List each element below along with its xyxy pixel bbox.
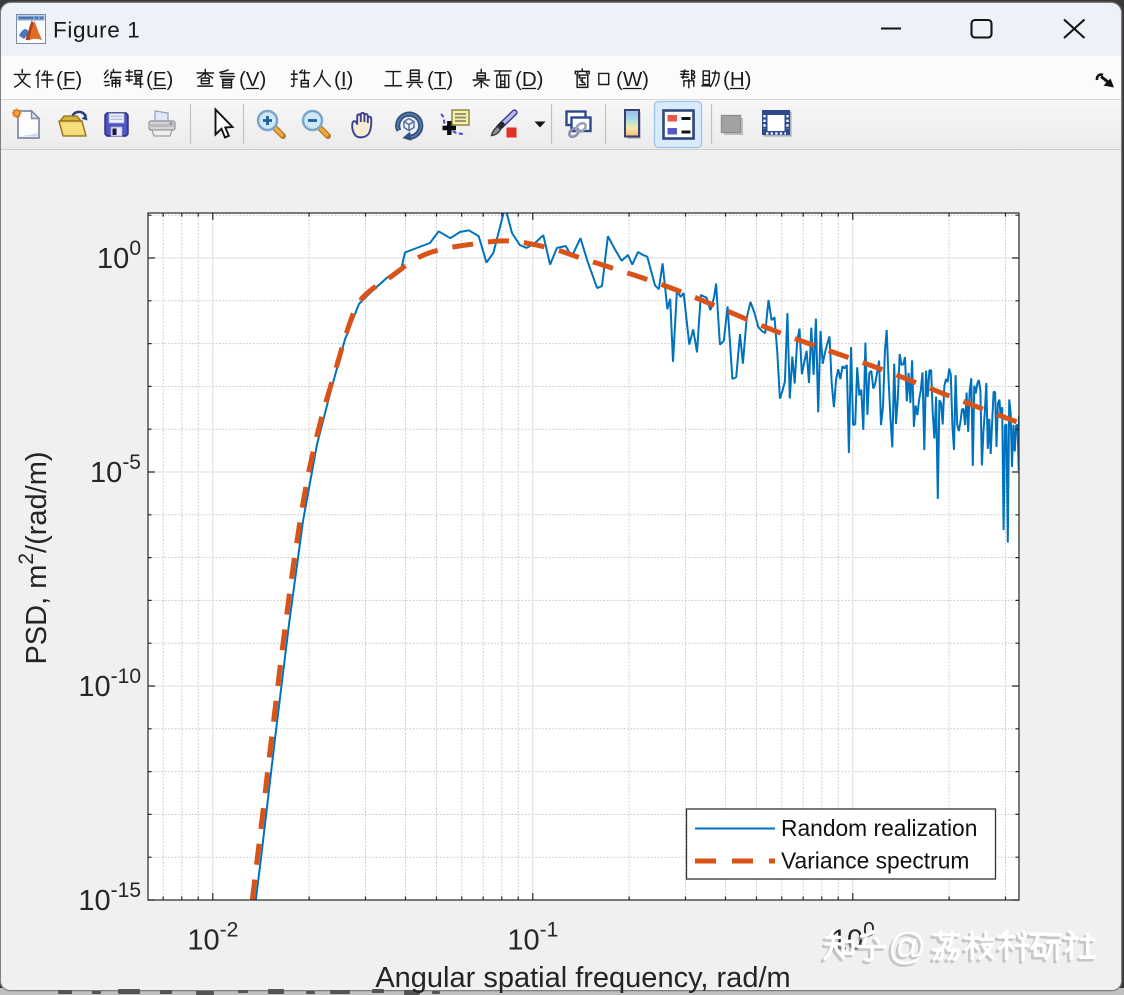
svg-text:Angular spatial frequency, rad: Angular spatial frequency, rad/m xyxy=(375,962,790,994)
svg-text:Variance spectrum: Variance spectrum xyxy=(781,848,969,874)
svg-text:(I): (I) xyxy=(334,68,353,91)
svg-text:(D): (D) xyxy=(515,68,543,91)
svg-text:10-1: 10-1 xyxy=(507,919,558,957)
svg-text:(F): (F) xyxy=(56,68,82,91)
svg-text:Random realization: Random realization xyxy=(781,815,977,841)
svg-text:(E): (E) xyxy=(146,68,173,91)
svg-text:(T): (T) xyxy=(427,68,453,91)
svg-text:PSD, m2/(rad/m): PSD, m2/(rad/m) xyxy=(15,451,53,664)
svg-text:(V): (V) xyxy=(239,68,266,91)
svg-text:10-2: 10-2 xyxy=(187,919,238,957)
svg-text:@: @ xyxy=(888,926,927,968)
svg-text:Figure 1: Figure 1 xyxy=(53,18,140,43)
svg-text:10-15: 10-15 xyxy=(78,879,141,917)
svg-text:10-5: 10-5 xyxy=(90,451,141,489)
svg-text:10-10: 10-10 xyxy=(78,665,141,703)
svg-text:(W): (W) xyxy=(616,68,649,91)
svg-text:100: 100 xyxy=(97,237,141,275)
svg-text:(H): (H) xyxy=(723,68,751,91)
